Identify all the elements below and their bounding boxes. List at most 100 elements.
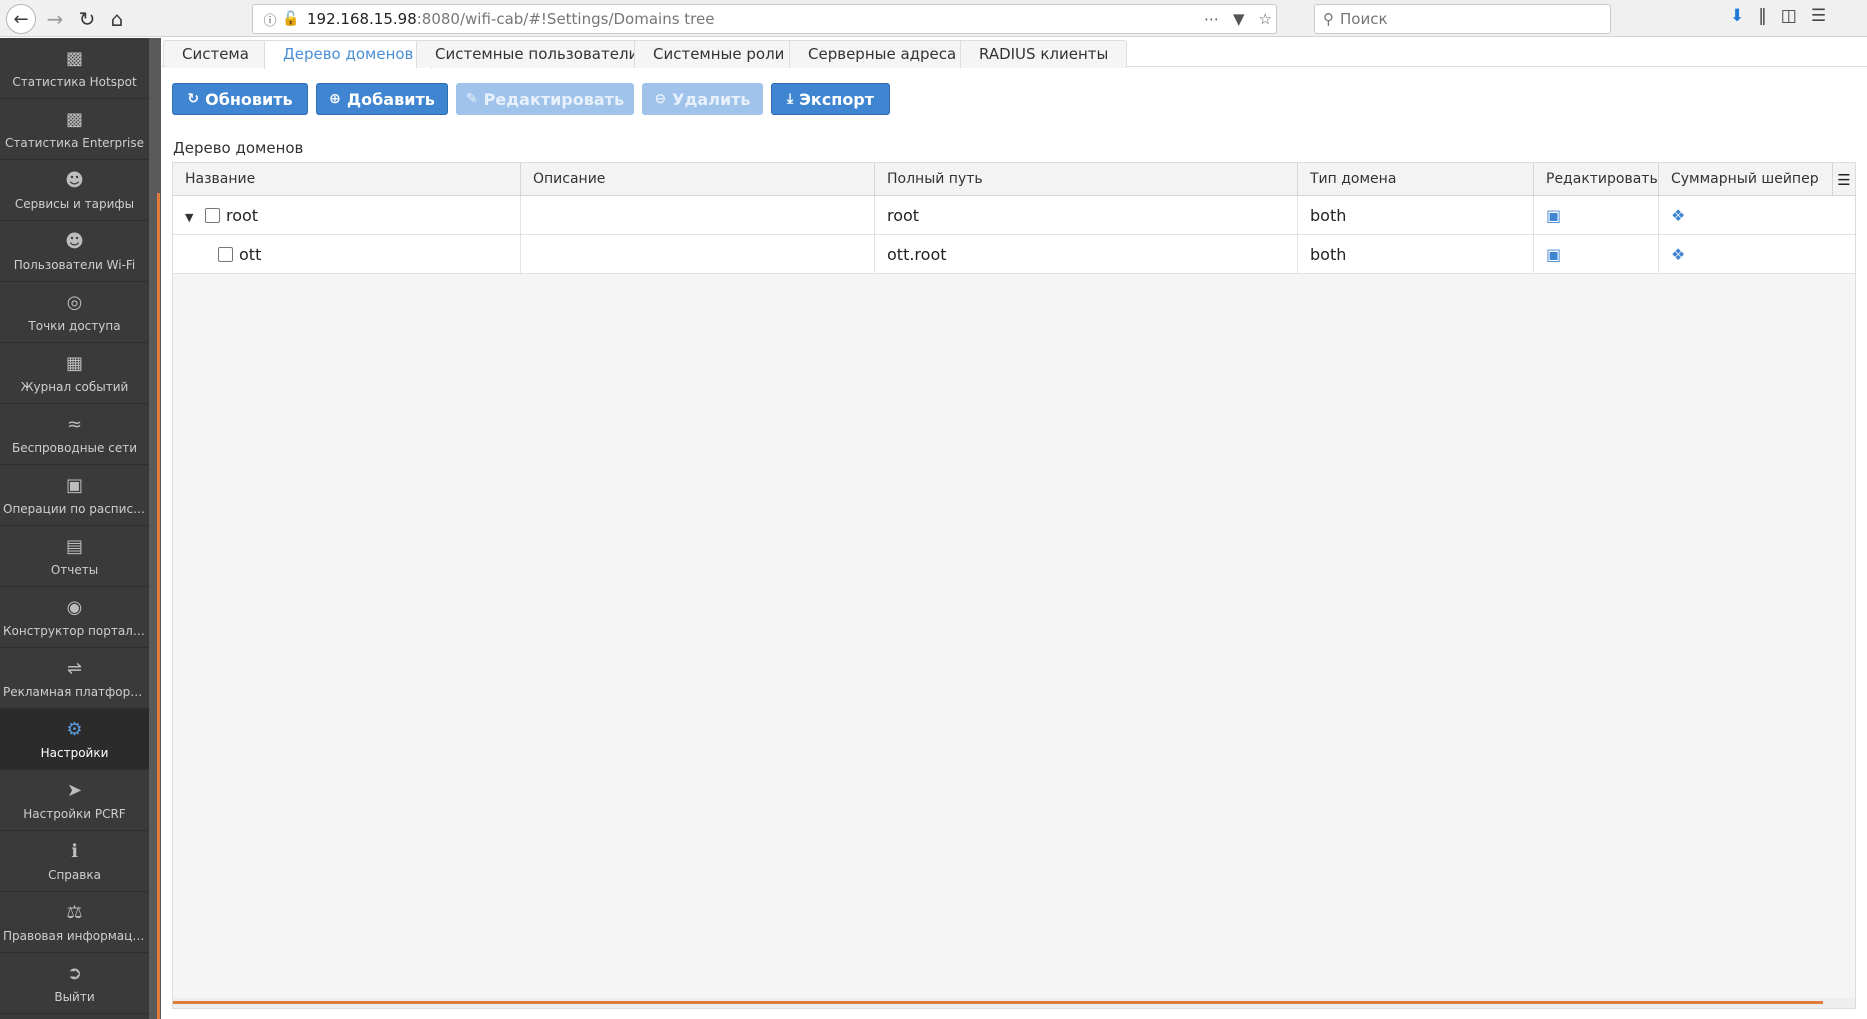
url-path: :8080/wifi-cab/#!Settings/Domains tree xyxy=(416,10,715,28)
url-text[interactable]: 192.168.15.98:8080/wifi-cab/#!Settings/D… xyxy=(307,10,714,28)
sidebar-item-scheduled[interactable]: ▣ Операции по расписа... xyxy=(0,465,149,526)
bar-chart-icon: ▩ xyxy=(65,109,83,130)
column-header-full-path[interactable]: Полный путь xyxy=(875,163,1298,196)
forward-icon[interactable]: → xyxy=(40,4,70,34)
cell-description xyxy=(521,235,875,274)
tab-domains-tree[interactable]: Дерево доменов xyxy=(264,40,433,69)
sidebar-item-label: Пользователи Wi-Fi xyxy=(13,258,136,272)
domains-grid: Название Описание Полный путь Тип домена… xyxy=(172,162,1856,1009)
cell-full-path: ott.root xyxy=(875,235,1298,274)
add-button[interactable]: ⊕ Добавить xyxy=(316,83,448,115)
sidebar-item-pcrf-settings[interactable]: ➤ Настройки PCRF xyxy=(0,770,149,831)
export-button[interactable]: ⤓ Экспорт xyxy=(771,83,890,115)
edit-cube-icon[interactable]: ▣ xyxy=(1546,206,1561,225)
scrollbar-thumb[interactable] xyxy=(173,1001,1823,1004)
delete-label: Удалить xyxy=(672,89,751,109)
table-row[interactable]: ott ott.root both ▣ ❖ xyxy=(173,235,1855,274)
sidebar-item-enterprise-stats[interactable]: ▩ Статистика Enterprise xyxy=(0,99,149,160)
column-menu-icon[interactable]: ☰ xyxy=(1833,163,1855,196)
column-header-name[interactable]: Название xyxy=(173,163,521,196)
column-header-edit[interactable]: Редактировать xyxy=(1534,163,1659,196)
sidebar-item-label: Статистика Hotspot xyxy=(12,75,137,89)
shaper-cubes-icon[interactable]: ❖ xyxy=(1671,206,1685,225)
sidebar-item-logout[interactable]: ➲ Выйти xyxy=(0,953,149,1014)
cell-domain-type: both xyxy=(1298,235,1534,274)
table-row[interactable]: ▼ root root both ▣ ❖ xyxy=(173,196,1855,235)
sidebar-item-settings[interactable]: ⚙ Настройки xyxy=(0,709,149,770)
edit-cube-icon[interactable]: ▣ xyxy=(1546,245,1561,264)
target-icon: ◎ xyxy=(66,292,83,313)
users-icon: ☻ xyxy=(65,231,84,252)
browser-search[interactable]: ⚲ xyxy=(1314,4,1611,34)
sidebar-item-ad-platform[interactable]: ⇌ Рекламная платформа xyxy=(0,648,149,709)
sidebar: ▩ Статистика Hotspot ▩ Статистика Enterpri… xyxy=(0,38,149,1019)
column-header-domain-type[interactable]: Тип домена xyxy=(1298,163,1534,196)
info-icon[interactable]: ⓘ xyxy=(259,10,281,29)
sidebar-item-label: Выйти xyxy=(54,990,95,1004)
insecure-lock-icon[interactable]: 🔓 xyxy=(281,11,301,27)
search-icon: ⚲ xyxy=(1323,10,1334,28)
sidebar-toggle-icon[interactable]: ◫ xyxy=(1781,6,1797,26)
search-input[interactable] xyxy=(1340,10,1590,28)
sidebar-item-legal[interactable]: ⚖ Правовая информация xyxy=(0,892,149,953)
shaper-cubes-icon[interactable]: ❖ xyxy=(1671,245,1685,264)
sidebar-scrollbar[interactable] xyxy=(149,38,161,1019)
export-label: Экспорт xyxy=(799,89,875,109)
row-checkbox[interactable] xyxy=(205,208,220,223)
home-icon[interactable]: ⌂ xyxy=(102,4,132,34)
sidebar-item-label: Настройки xyxy=(40,746,109,760)
refresh-button[interactable]: ↻ Обновить xyxy=(172,83,308,115)
sidebar-item-label: Правовая информация xyxy=(3,929,146,943)
reload-icon[interactable]: ↻ xyxy=(72,4,102,34)
column-header-shaper[interactable]: Суммарный шейпер xyxy=(1659,163,1833,196)
sidebar-item-portal-builder[interactable]: ◉ Конструктор порталов xyxy=(0,587,149,648)
edit-button[interactable]: ✎ Редактировать xyxy=(456,83,634,115)
sidebar-item-services[interactable]: ☻ Сервисы и тарифы xyxy=(0,160,149,221)
back-icon[interactable]: ← xyxy=(6,4,36,34)
grid-header: Название Описание Полный путь Тип домена… xyxy=(173,163,1855,196)
browser-toolbar: ← → ↻ ⌂ ⓘ 🔓 192.168.15.98:8080/wifi-cab/… xyxy=(0,0,1867,37)
more-actions-icon[interactable]: ⋯ xyxy=(1204,10,1219,28)
url-host: 192.168.15.98 xyxy=(307,10,417,28)
download-icon: ⤓ xyxy=(786,91,794,107)
row-checkbox[interactable] xyxy=(218,247,233,262)
column-header-description[interactable]: Описание xyxy=(521,163,875,196)
sidebar-item-event-log[interactable]: ▦ Журнал событий xyxy=(0,343,149,404)
horizontal-scrollbar[interactable] xyxy=(173,998,1855,1008)
scrollbar-thumb[interactable] xyxy=(157,193,160,1019)
tab-system-roles[interactable]: Системные роли xyxy=(634,40,804,68)
sidebar-item-access-points[interactable]: ◎ Точки доступа xyxy=(0,282,149,343)
sidebar-item-reports[interactable]: ▤ Отчеты xyxy=(0,526,149,587)
bar-chart-icon: ▩ xyxy=(65,48,83,69)
tab-system-users[interactable]: Системные пользователи xyxy=(416,40,658,68)
calendar-icon: ▣ xyxy=(65,475,83,496)
cell-shaper: ❖ xyxy=(1659,235,1855,274)
pocket-icon[interactable]: ▼ xyxy=(1233,10,1245,28)
tab-system[interactable]: Система xyxy=(163,40,268,68)
ad-icon: ⇌ xyxy=(66,658,83,679)
sidebar-item-label: Журнал событий xyxy=(20,380,129,394)
sidebar-item-help[interactable]: ℹ Справка xyxy=(0,831,149,892)
collapse-caret-icon[interactable]: ▼ xyxy=(185,198,195,237)
sidebar-item-label: Справка xyxy=(48,868,101,882)
users-icon: ☻ xyxy=(65,170,84,191)
download-icon[interactable]: ⬇ xyxy=(1730,6,1744,26)
tab-radius-clients[interactable]: RADIUS клиенты xyxy=(960,40,1128,68)
tab-server-addresses[interactable]: Серверные адреса xyxy=(789,40,976,68)
library-icon[interactable]: ‖ xyxy=(1758,6,1767,26)
refresh-label: Обновить xyxy=(205,89,293,109)
bookmark-star-icon[interactable]: ☆ xyxy=(1259,10,1272,28)
sidebar-item-hotspot-stats[interactable]: ▩ Статистика Hotspot xyxy=(0,38,149,99)
document-icon: ▤ xyxy=(65,536,83,557)
address-bar[interactable]: ⓘ 🔓 192.168.15.98:8080/wifi-cab/#!Settin… xyxy=(252,4,1277,34)
cell-full-path: root xyxy=(875,196,1298,235)
wifi-icon: ≈ xyxy=(66,414,83,435)
sidebar-item-wireless[interactable]: ≈ Беспроводные сети xyxy=(0,404,149,465)
menu-icon[interactable]: ☰ xyxy=(1811,6,1826,26)
delete-button[interactable]: ⊖ Удалить xyxy=(642,83,763,115)
sidebar-item-label: Беспроводные сети xyxy=(11,441,137,455)
section-title: Дерево доменов xyxy=(173,139,304,157)
sidebar-item-wifi-users[interactable]: ☻ Пользователи Wi-Fi xyxy=(0,221,149,282)
sidebar-item-label: Сервисы и тарифы xyxy=(14,197,135,211)
rocket-icon: ➤ xyxy=(66,780,83,801)
